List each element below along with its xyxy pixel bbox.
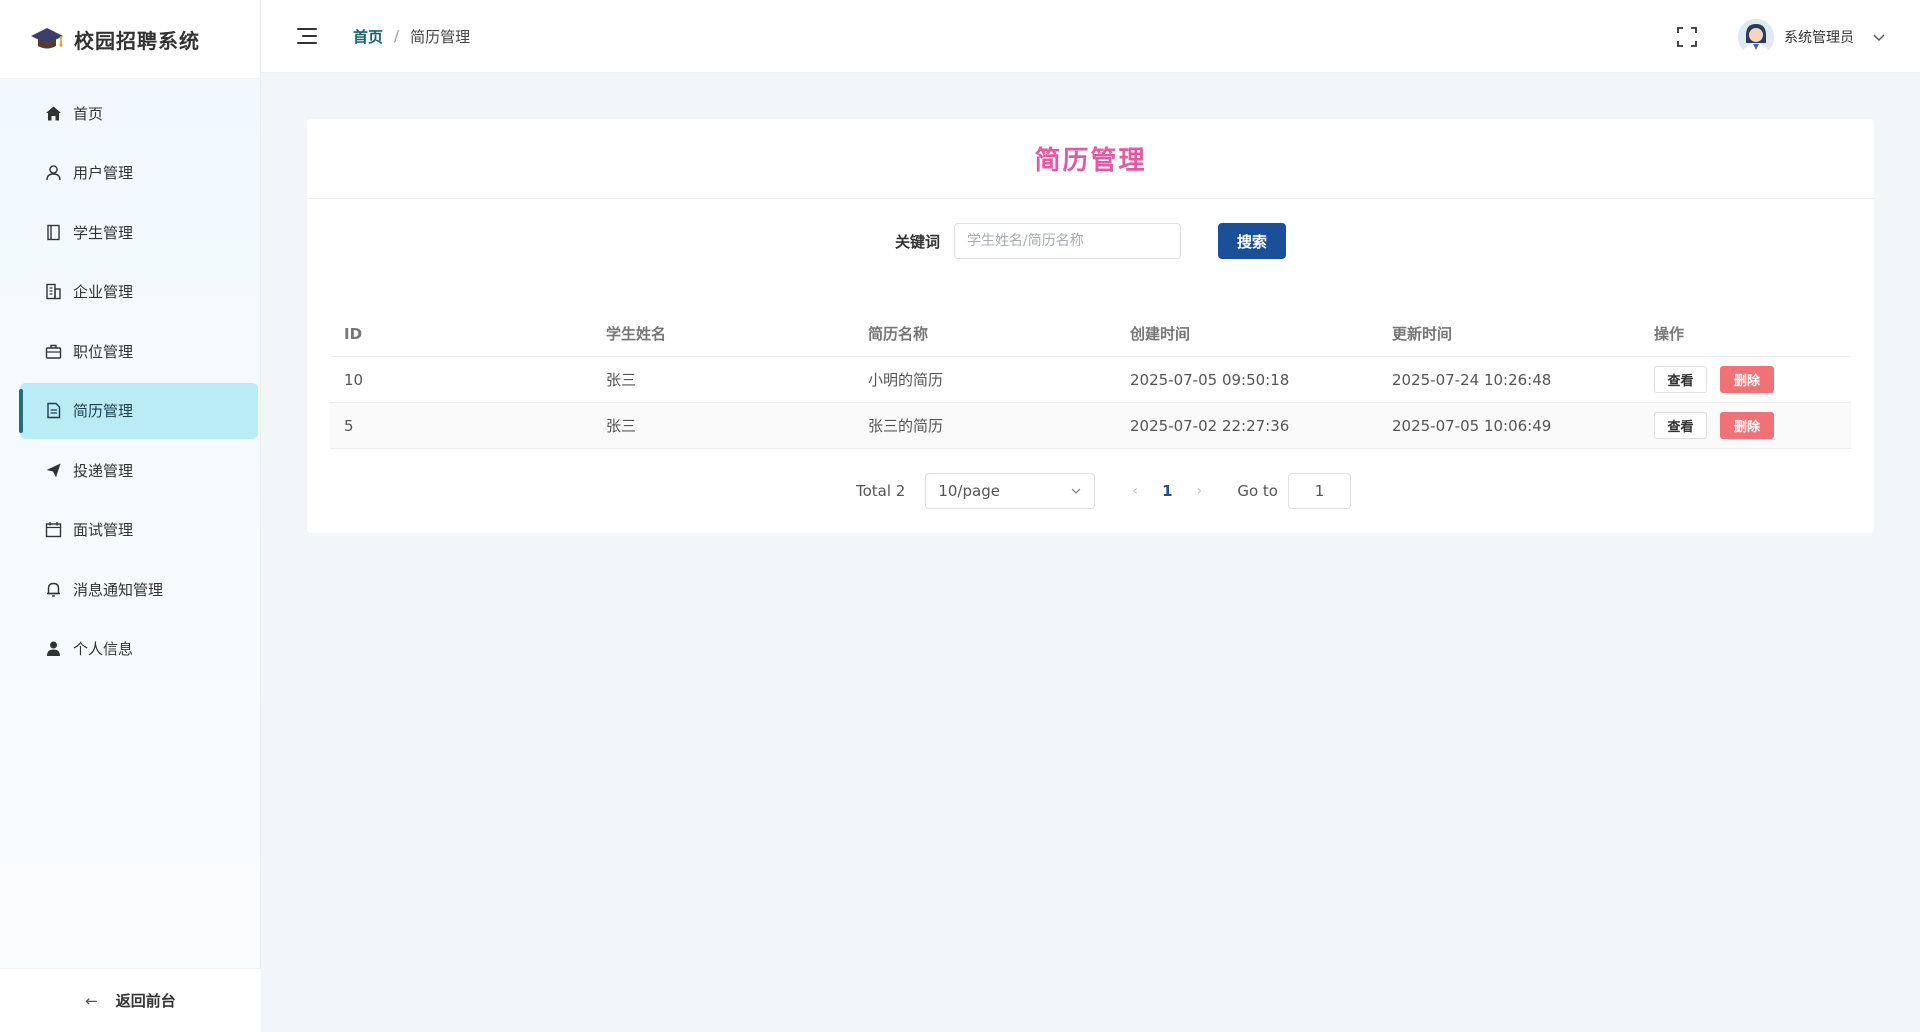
sidebar-item-home[interactable]: 首页 bbox=[20, 85, 258, 141]
table-row: 10 张三 小明的简历 2025-07-05 09:50:18 2025-07-… bbox=[330, 357, 1851, 403]
sidebar-item-positions[interactable]: 职位管理 bbox=[20, 323, 258, 379]
cell-resume: 小明的简历 bbox=[868, 371, 944, 389]
sidebar-item-label: 个人信息 bbox=[73, 640, 134, 658]
next-page-icon[interactable]: › bbox=[1187, 483, 1211, 499]
person-icon bbox=[43, 639, 63, 659]
cell-updated: 2025-07-05 10:06:49 bbox=[1392, 416, 1552, 435]
page-number[interactable]: 1 bbox=[1147, 482, 1187, 500]
send-icon bbox=[43, 460, 63, 480]
search-button[interactable]: 搜索 bbox=[1218, 223, 1286, 259]
sidebar-item-notifications[interactable]: 消息通知管理 bbox=[20, 561, 258, 617]
avatar[interactable] bbox=[1738, 18, 1774, 55]
sidebar-item-label: 面试管理 bbox=[73, 521, 134, 539]
goto-label: Go to bbox=[1237, 482, 1278, 500]
table-header: ID 学生姓名 简历名称 创建时间 更新时间 操作 bbox=[330, 311, 1851, 357]
goto-page-input[interactable] bbox=[1287, 473, 1351, 509]
breadcrumb-current: 简历管理 bbox=[410, 27, 471, 46]
sidebar-menu: 首页 用户管理 学生管理 企业管理 职位管理 简历管理 投递管理 面试管理 消息… bbox=[0, 85, 261, 680]
user-icon bbox=[43, 163, 63, 183]
sidebar-item-label: 简历管理 bbox=[73, 402, 134, 420]
sidebar-item-users[interactable]: 用户管理 bbox=[20, 145, 258, 201]
sidebar-item-label: 职位管理 bbox=[73, 342, 134, 361]
bell-icon bbox=[43, 579, 63, 599]
column-header: 学生姓名 bbox=[606, 325, 667, 343]
user-name[interactable]: 系统管理员 bbox=[1784, 27, 1854, 47]
cell-actions: 查看 删除 bbox=[1640, 412, 1851, 439]
table-row: 5 张三 张三的简历 2025-07-02 22:27:36 2025-07-0… bbox=[330, 403, 1851, 449]
graduation-cap-icon bbox=[31, 28, 63, 49]
top-header: 首页 / 简历管理 系统管理员 bbox=[261, 0, 1920, 73]
sidebar-item-label: 学生管理 bbox=[73, 223, 134, 242]
briefcase-icon bbox=[43, 341, 63, 361]
back-to-frontend-link[interactable]: ← 返回前台 bbox=[0, 968, 261, 1032]
page-size-select[interactable]: 10/page bbox=[925, 473, 1096, 509]
brand: 校园招聘系统 bbox=[0, 0, 260, 79]
chevron-down-icon[interactable] bbox=[1872, 30, 1886, 44]
back-to-frontend-label: 返回前台 bbox=[115, 992, 176, 1010]
sidebar-item-label: 首页 bbox=[73, 104, 104, 123]
pagination-total: Total 2 bbox=[856, 482, 906, 500]
search-input[interactable] bbox=[954, 223, 1181, 259]
column-header: 操作 bbox=[1654, 325, 1685, 343]
search-label: 关键词 bbox=[894, 232, 940, 251]
column-header: 更新时间 bbox=[1392, 325, 1453, 343]
sidebar-item-companies[interactable]: 企业管理 bbox=[20, 264, 258, 320]
cell-id: 5 bbox=[344, 416, 354, 435]
breadcrumb: 首页 / 简历管理 bbox=[353, 26, 470, 47]
header-right: 系统管理员 bbox=[1676, 0, 1920, 73]
pagination: Total 2 10/page ‹ 1 › Go to bbox=[307, 473, 1874, 509]
sidebar-item-label: 企业管理 bbox=[73, 283, 134, 301]
sidebar-item-interviews[interactable]: 面试管理 bbox=[20, 502, 258, 558]
sidebar-item-label: 消息通知管理 bbox=[73, 580, 164, 599]
app-title: 校园招聘系统 bbox=[74, 28, 200, 53]
home-icon bbox=[43, 103, 63, 123]
column-header: 简历名称 bbox=[868, 325, 929, 343]
document-icon bbox=[43, 401, 63, 421]
sidebar-item-profile[interactable]: 个人信息 bbox=[20, 621, 258, 677]
delete-button[interactable]: 删除 bbox=[1720, 366, 1774, 393]
chevron-down-icon bbox=[1071, 488, 1081, 494]
resume-card: 简历管理 关键词 搜索 ID 学生姓名 简历名称 创建时间 更新时间 操作 10… bbox=[307, 119, 1874, 533]
cell-id: 10 bbox=[344, 370, 364, 389]
arrow-left-icon: ← bbox=[85, 991, 98, 1010]
column-header: 创建时间 bbox=[1130, 325, 1191, 343]
notebook-icon bbox=[43, 222, 63, 242]
calendar-icon bbox=[43, 520, 63, 540]
sidebar-item-label: 投递管理 bbox=[73, 461, 134, 480]
cell-updated: 2025-07-24 10:26:48 bbox=[1392, 370, 1552, 389]
breadcrumb-separator: / bbox=[394, 27, 400, 45]
page-size-value: 10/page bbox=[938, 482, 1000, 500]
delete-button[interactable]: 删除 bbox=[1720, 412, 1774, 439]
page-title: 简历管理 bbox=[307, 119, 1874, 199]
cell-student: 张三 bbox=[606, 417, 637, 435]
breadcrumb-home[interactable]: 首页 bbox=[353, 26, 383, 47]
prev-page-icon[interactable]: ‹ bbox=[1123, 483, 1147, 499]
building-icon bbox=[43, 282, 63, 302]
search-bar: 关键词 搜索 bbox=[307, 223, 1874, 259]
sidebar: 校园招聘系统 首页 用户管理 学生管理 企业管理 职位管理 简历管理 投递管理 … bbox=[0, 0, 261, 1032]
cell-created: 2025-07-05 09:50:18 bbox=[1130, 370, 1290, 389]
menu-toggle-icon[interactable] bbox=[297, 28, 317, 44]
cell-created: 2025-07-02 22:27:36 bbox=[1130, 416, 1290, 435]
cell-resume: 张三的简历 bbox=[868, 417, 944, 435]
resume-table: ID 学生姓名 简历名称 创建时间 更新时间 操作 10 张三 小明的简历 20… bbox=[330, 311, 1851, 449]
view-button[interactable]: 查看 bbox=[1654, 412, 1707, 439]
sidebar-item-label: 用户管理 bbox=[73, 164, 134, 182]
view-button[interactable]: 查看 bbox=[1654, 366, 1707, 393]
main-content: 简历管理 关键词 搜索 ID 学生姓名 简历名称 创建时间 更新时间 操作 10… bbox=[261, 73, 1920, 1032]
sidebar-item-students[interactable]: 学生管理 bbox=[20, 204, 258, 260]
column-header: ID bbox=[344, 324, 363, 343]
cell-actions: 查看 删除 bbox=[1640, 366, 1851, 393]
cell-student: 张三 bbox=[606, 371, 637, 389]
sidebar-item-applications[interactable]: 投递管理 bbox=[20, 442, 258, 498]
fullscreen-icon[interactable] bbox=[1676, 26, 1698, 48]
sidebar-item-resumes[interactable]: 简历管理 bbox=[19, 382, 258, 439]
